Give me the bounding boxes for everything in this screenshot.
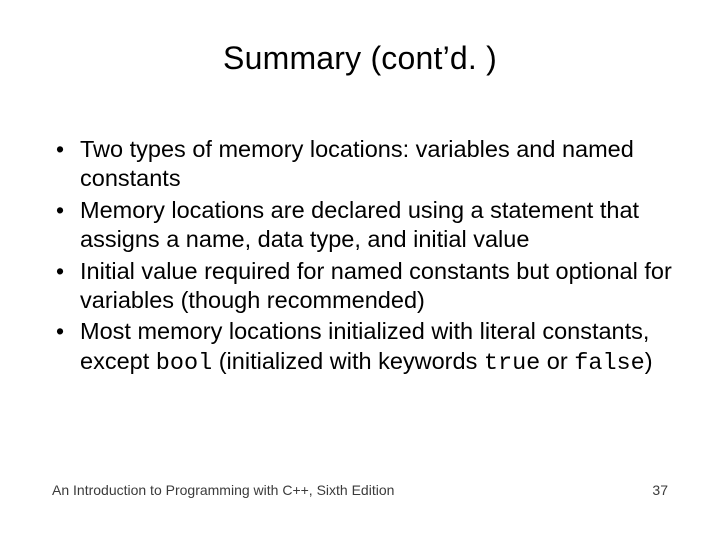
page-number: 37: [652, 482, 668, 498]
bullet-text: Memory locations are declared using a st…: [80, 197, 639, 252]
list-item: Initial value required for named constan…: [52, 257, 672, 316]
code-true: true: [484, 350, 540, 377]
list-item: Two types of memory locations: variables…: [52, 135, 672, 194]
bullet-list: Two types of memory locations: variables…: [52, 135, 672, 378]
slide: Summary (cont’d. ) Two types of memory l…: [0, 0, 720, 540]
bullet-text-part: ): [645, 348, 653, 374]
bullet-text-part: (initialized with keywords: [212, 348, 484, 374]
footer-source: An Introduction to Programming with C++,…: [52, 482, 394, 498]
bullet-text: Two types of memory locations: variables…: [80, 136, 634, 191]
list-item: Memory locations are declared using a st…: [52, 196, 672, 255]
slide-title: Summary (cont’d. ): [0, 40, 720, 77]
code-false: false: [574, 350, 645, 377]
list-item: Most memory locations initialized with l…: [52, 317, 672, 378]
bullet-text-part: or: [540, 348, 574, 374]
slide-body: Two types of memory locations: variables…: [52, 135, 672, 380]
bullet-text: Initial value required for named constan…: [80, 258, 672, 313]
code-bool: bool: [156, 350, 212, 377]
